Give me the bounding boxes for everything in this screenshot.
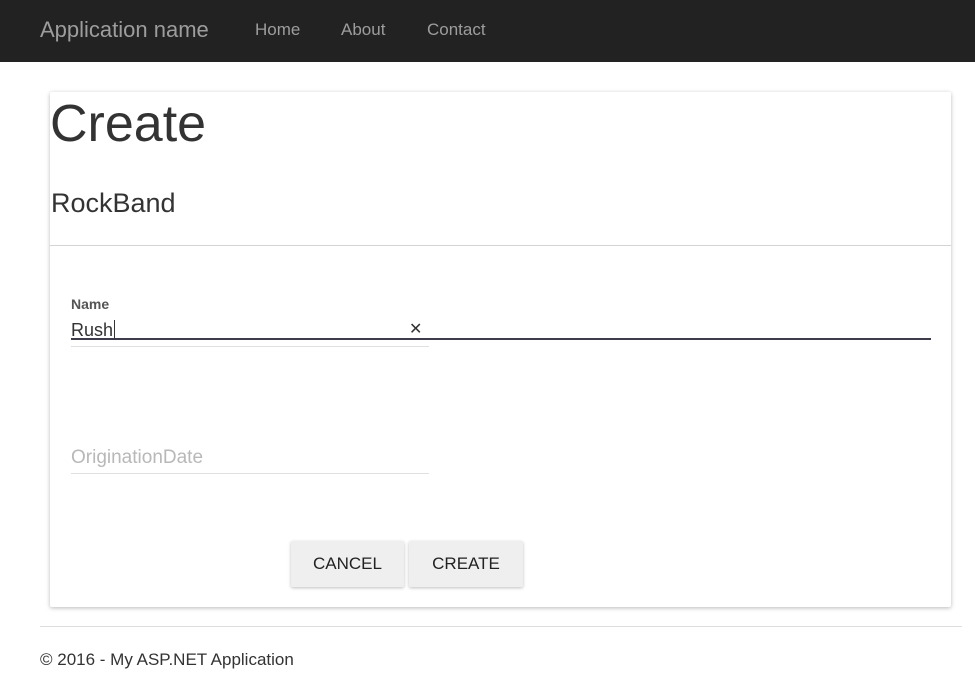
page-title: Create: [50, 95, 207, 153]
cancel-button[interactable]: CANCEL: [291, 541, 404, 587]
footer-divider: [40, 626, 962, 627]
origination-date-underline: [71, 473, 429, 474]
header-divider: [50, 245, 951, 246]
name-field-label: Name: [71, 296, 110, 312]
create-form-card: Create RockBand Name Rush ✕ OriginationD…: [50, 92, 951, 607]
entity-title: RockBand: [51, 188, 176, 218]
footer-copyright: © 2016 - My ASP.NET Application: [40, 650, 294, 669]
create-button[interactable]: CREATE: [409, 541, 523, 587]
name-input-focus-underline: [71, 338, 931, 340]
origination-date-input[interactable]: OriginationDate: [71, 446, 429, 470]
top-navbar: Application name Home About Contact: [0, 0, 975, 62]
text-caret: [114, 320, 116, 340]
name-input-value: Rush: [71, 320, 114, 340]
brand-link[interactable]: Application name: [40, 16, 209, 44]
close-icon[interactable]: ✕: [409, 320, 422, 340]
nav-link-home[interactable]: Home: [255, 20, 300, 40]
nav-link-contact[interactable]: Contact: [427, 20, 486, 40]
nav-link-about[interactable]: About: [341, 20, 385, 40]
name-input-underline: [71, 346, 429, 347]
